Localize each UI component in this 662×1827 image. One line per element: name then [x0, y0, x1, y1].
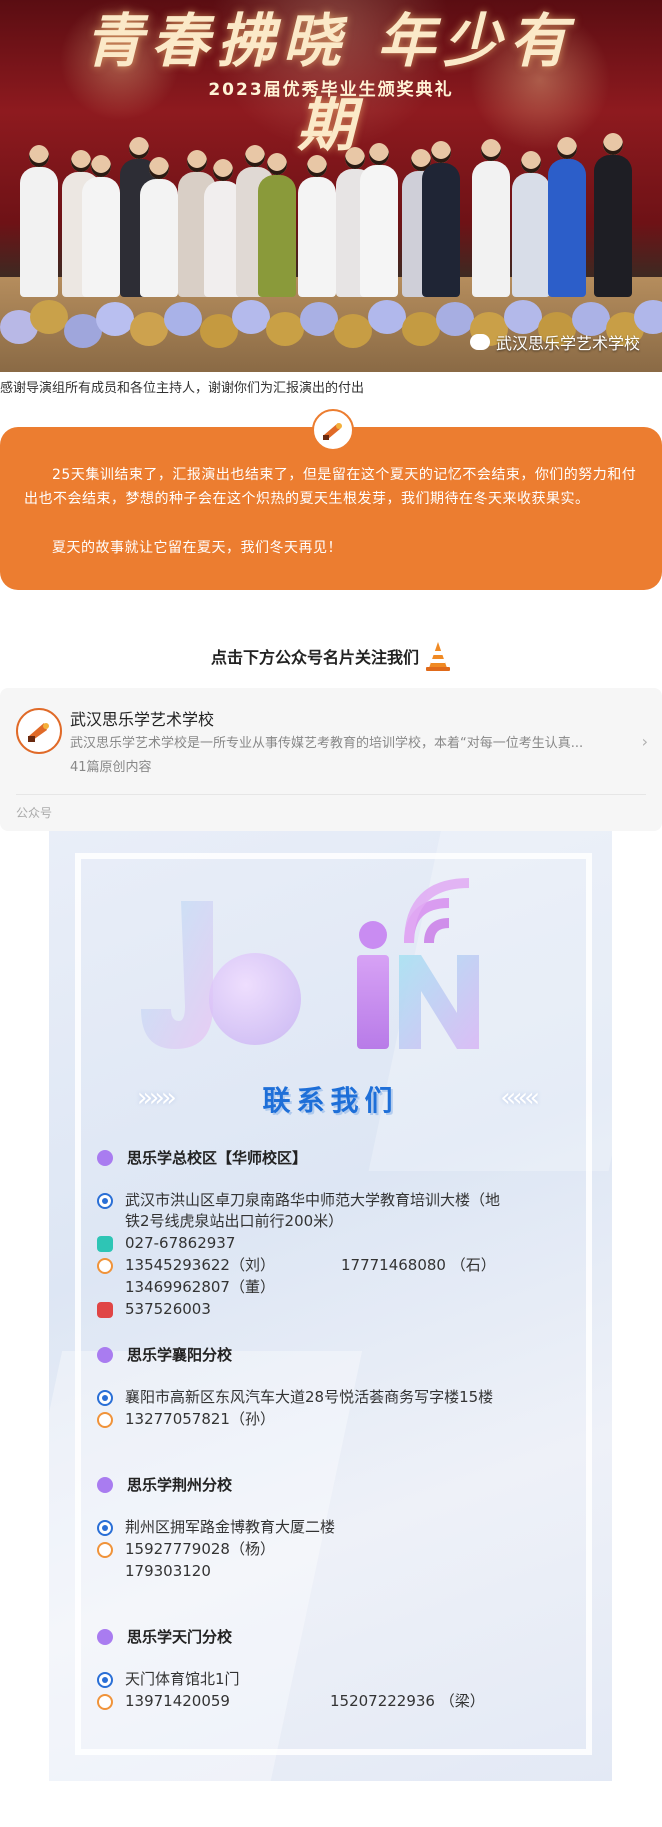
telephone-row: 027-67862937 [97, 1233, 235, 1254]
closing-paragraph-1: 25天集训结束了，汇报演出也结束了，但是留在这个夏天的记忆不会结束，你们的努力和… [24, 467, 637, 507]
account-type-label: 公众号 [16, 806, 53, 820]
photo-caption: 感谢导演组所有成员和各位主持人，谢谢你们为汇报演出的付出 [0, 381, 365, 396]
chevron-right-icon: › [641, 732, 648, 751]
signal-waves-icon [404, 878, 470, 944]
megaphone-icon [28, 723, 49, 742]
divider [16, 794, 646, 795]
phone-icon [97, 1258, 113, 1274]
follow-hint: 点击下方公众号名片关注我们 [0, 640, 662, 672]
mobile-row: 13545293622（刘） 17771468080 （石） [97, 1255, 496, 1276]
arrows-right-decoration: ««« [500, 1083, 540, 1113]
location-icon [97, 1390, 113, 1406]
bullet-dot [97, 1346, 113, 1363]
join-letter-o [209, 953, 301, 1045]
closing-paragraph-2: 夏天的故事就让它留在夏天，我们冬天再见！ [52, 540, 342, 556]
qq-icon [97, 1302, 113, 1318]
megaphone-icon [323, 423, 342, 440]
person [548, 137, 586, 297]
mobile-row: 179303120 [125, 1562, 211, 1580]
watermark: 武汉思乐学艺术学校 [469, 330, 640, 354]
person [360, 143, 398, 297]
mobile-row: 15927779028（杨） [97, 1539, 275, 1560]
person [472, 139, 510, 297]
phone-icon [97, 1412, 113, 1428]
location-icon [97, 1520, 113, 1536]
mobile-row: 13277057821（孙） [97, 1409, 275, 1430]
location-icon [97, 1672, 113, 1688]
traffic-cone-icon [426, 642, 450, 671]
join-letter-i [357, 955, 389, 1049]
phone-icon [97, 1542, 113, 1558]
bullet-dot [97, 1628, 113, 1645]
person [298, 155, 336, 297]
school-logo-badge [312, 409, 354, 451]
official-account-card[interactable]: 武汉思乐学艺术学校 武汉思乐学艺术学校是一所专业从事传媒艺考教育的培训学校，本着… [0, 688, 662, 831]
bullet-dot [97, 1476, 113, 1493]
location-icon [97, 1193, 113, 1209]
follow-hint-text: 点击下方公众号名片关注我们 [210, 648, 419, 667]
account-name: 武汉思乐学艺术学校 [70, 710, 215, 729]
phone-icon [97, 1694, 113, 1710]
address-row: 武汉市洪山区卓刀泉南路华中师范大学教育培训大楼（地 铁2号线虎泉站出口前行200… [97, 1190, 500, 1232]
person [422, 141, 460, 297]
join-letter-n [399, 955, 479, 1049]
person [512, 151, 550, 297]
person [20, 145, 58, 297]
account-avatar [16, 708, 62, 754]
person [82, 155, 120, 297]
join-us-poster: »»» 联系我们 ««« 思乐学总校区【华师校区】 武汉市洪山区卓刀泉南路华中师… [49, 831, 612, 1781]
qq-row: 537526003 [97, 1299, 211, 1320]
branch-title-tianmen: 思乐学天门分校 [97, 1626, 232, 1647]
address-row: 襄阳市高新区东风汽车大道28号悦活荟商务写字楼15楼 [97, 1387, 493, 1408]
branch-title-jingzhou: 思乐学荆州分校 [97, 1474, 232, 1495]
join-letter-i-dot [359, 921, 387, 949]
person [258, 153, 296, 297]
account-article-count: 41篇原创内容 [70, 760, 152, 775]
join-letter-j [141, 901, 213, 1049]
telephone-icon [97, 1236, 113, 1252]
person [140, 157, 178, 297]
account-description: 武汉思乐学艺术学校是一所专业从事传媒艺考教育的培训学校，本着“对每一位考生认真.… [70, 736, 584, 751]
address-row: 荆州区拥军路金博教育大厦二楼 [97, 1517, 335, 1538]
hero-photo: 青春拂晓 年少有期 2023届优秀毕业生颁奖典礼 武汉思乐学艺术学校 [0, 0, 662, 372]
mobile-row: 13469962807（董） [125, 1278, 275, 1296]
closing-message-card: 25天集训结束了，汇报演出也结束了，但是留在这个夏天的记忆不会结束，你们的努力和… [0, 427, 662, 590]
wechat-icon [469, 334, 490, 350]
watermark-text: 武汉思乐学艺术学校 [495, 334, 640, 353]
person [594, 133, 632, 297]
mobile-row: 13971420059 15207222936 （梁） [97, 1691, 485, 1712]
branch-title-xiangyang: 思乐学襄阳分校 [97, 1344, 232, 1365]
address-row: 天门体育馆北1门 [97, 1669, 240, 1690]
branch-title-main: 思乐学总校区【华师校区】 [97, 1147, 307, 1168]
bullet-dot [97, 1149, 113, 1166]
